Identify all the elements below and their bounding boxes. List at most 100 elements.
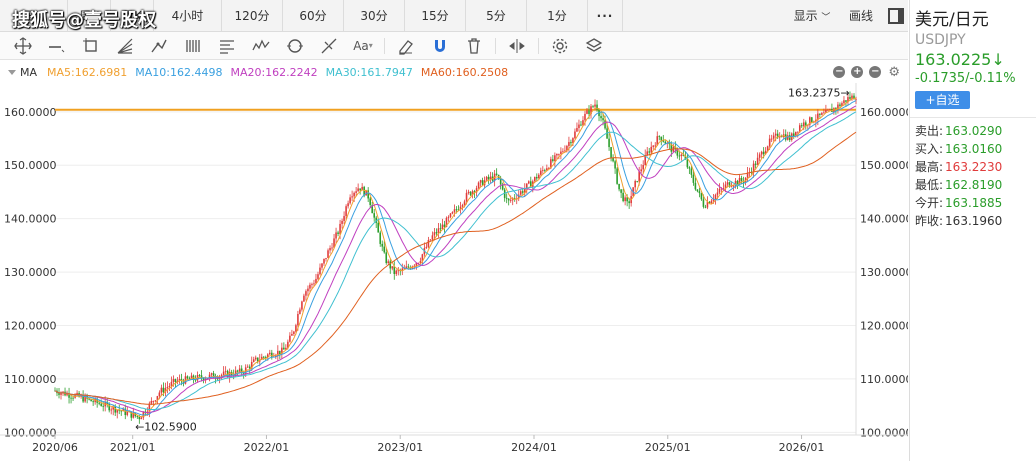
crosshair-tool-icon[interactable] <box>6 33 40 59</box>
quote-row: 昨收: 163.1960 <box>915 212 1036 230</box>
settings-gear-icon[interactable] <box>543 33 577 59</box>
magnet-tool-icon[interactable] <box>423 33 457 59</box>
bars-tool-icon[interactable] <box>176 33 210 59</box>
candle-body <box>618 183 620 190</box>
x-tick-label: 2021/01 <box>110 441 156 454</box>
candle-body <box>168 386 171 388</box>
panel-divider <box>910 117 1036 118</box>
panel-toggle-button[interactable] <box>884 0 908 32</box>
candle-body <box>716 192 719 195</box>
plus-icon[interactable]: + <box>851 66 864 78</box>
layers-tool-icon[interactable] <box>577 33 611 59</box>
candle-body <box>704 206 707 208</box>
candle-body <box>819 113 821 115</box>
quote-row: 最低: 162.8190 <box>915 176 1036 194</box>
candle-body <box>441 224 444 229</box>
candle-body <box>540 170 542 175</box>
ma-item-4: MA60:160.2508 <box>420 65 509 79</box>
candle-body <box>321 263 323 268</box>
candle-body <box>248 366 251 369</box>
collapse-triangle-icon[interactable] <box>8 69 16 75</box>
y-tick-label-left: 160.0000 <box>4 106 57 119</box>
eraser-tool-icon[interactable] <box>389 33 423 59</box>
display-menu[interactable]: 显示 ﹀ <box>786 0 838 32</box>
candle-body <box>554 155 556 162</box>
candle-body <box>578 124 580 129</box>
y-tick-label-left: 150.0000 <box>4 159 57 172</box>
candle-body <box>762 151 765 155</box>
price-chart[interactable]: 160.0000 160.0000 150.0000 150.0000 140.0000… <box>0 83 908 461</box>
candle-body <box>774 133 777 136</box>
candle-body <box>620 189 622 193</box>
add-watchlist-button[interactable]: +自选 <box>915 91 970 109</box>
candle-body <box>337 232 339 234</box>
compare-tool-icon[interactable] <box>500 33 534 59</box>
text-tool-icon[interactable]: Aa ▾ <box>346 33 380 59</box>
ma20-line <box>54 105 857 414</box>
rectangle-tool-icon[interactable] <box>74 33 108 59</box>
candle-body <box>469 191 472 195</box>
tab-9[interactable]: 1分 <box>527 0 588 32</box>
cycle-tool-icon[interactable] <box>278 33 312 59</box>
tab-4[interactable]: 120分 <box>222 0 283 32</box>
candle-body <box>373 213 375 218</box>
candle-body <box>610 147 612 158</box>
horizontal-line-tool-icon[interactable] <box>40 33 74 59</box>
fib-tool-icon[interactable] <box>312 33 346 59</box>
candle-body <box>823 112 825 114</box>
candle-body <box>383 246 386 253</box>
candle-body <box>698 191 701 194</box>
ma10-line <box>54 100 857 416</box>
candle-body <box>495 173 498 175</box>
wave-tool-icon[interactable] <box>244 33 278 59</box>
minus-icon[interactable]: − <box>833 66 846 78</box>
ma-items: MA5:162.6981 MA10:162.4498 MA20:162.2242 MA… <box>47 66 516 79</box>
candle-body <box>722 188 725 189</box>
trash-tool-icon[interactable] <box>457 33 491 59</box>
candle-body <box>152 401 155 402</box>
candle-body <box>519 191 522 195</box>
candle-body <box>574 131 576 139</box>
price-change: -0.1735/-0.11% <box>915 71 1016 86</box>
ma-item-3: MA30:161.7947 <box>325 65 413 79</box>
candle-body <box>552 159 554 162</box>
candle-body <box>453 209 456 213</box>
gear-icon[interactable]: ⚙ <box>888 65 900 80</box>
sidebar-icon <box>888 8 904 24</box>
candle-body <box>357 188 359 192</box>
tab-5[interactable]: 60分 <box>283 0 344 32</box>
tab-7[interactable]: 15分 <box>405 0 466 32</box>
watermark: 搜狐号@壹号股权 <box>12 10 156 31</box>
candle-body <box>479 180 482 183</box>
candle-body <box>387 261 390 263</box>
candle-body <box>714 194 717 200</box>
quote-value: 162.8190 <box>945 178 1003 192</box>
candle-body <box>72 397 74 399</box>
app: 日K 周K 月K 4小时 120分 60分 30分 15分 5分 1分 ··· 显示 ﹀ 画线 搜狐… <box>0 0 1036 461</box>
candle-body <box>236 370 239 372</box>
candle-body <box>477 182 480 189</box>
candle-body <box>811 117 813 123</box>
candle-body <box>347 203 349 207</box>
fan-tool-icon[interactable] <box>108 33 142 59</box>
candle-body <box>726 182 729 185</box>
text-block-tool-icon[interactable] <box>210 33 244 59</box>
trend-tool-icon[interactable] <box>142 33 176 59</box>
candle-body <box>839 104 841 107</box>
candle-body <box>626 197 628 202</box>
y-tick-label-right: 140.0000 <box>860 213 908 226</box>
candle-body <box>303 295 305 302</box>
quote-label: 最高: <box>915 160 944 174</box>
candle-body <box>584 113 586 121</box>
y-tick-label-right: 160.0000 <box>860 106 908 119</box>
quote-list: 卖出: 163.0290 买入: 163.0160 最高: 163.2230 最低: 162.… <box>915 122 1036 230</box>
draw-line-button[interactable]: 画线 <box>838 0 884 32</box>
remove-icon[interactable]: − <box>869 66 882 78</box>
candle-body <box>770 138 773 140</box>
candle-body <box>126 411 129 416</box>
tab-3[interactable]: 4小时 <box>154 0 222 32</box>
ma5-line <box>54 97 857 417</box>
tab-6[interactable]: 30分 <box>344 0 405 32</box>
tab-8[interactable]: 5分 <box>466 0 527 32</box>
tab-10[interactable]: ··· <box>588 0 623 32</box>
